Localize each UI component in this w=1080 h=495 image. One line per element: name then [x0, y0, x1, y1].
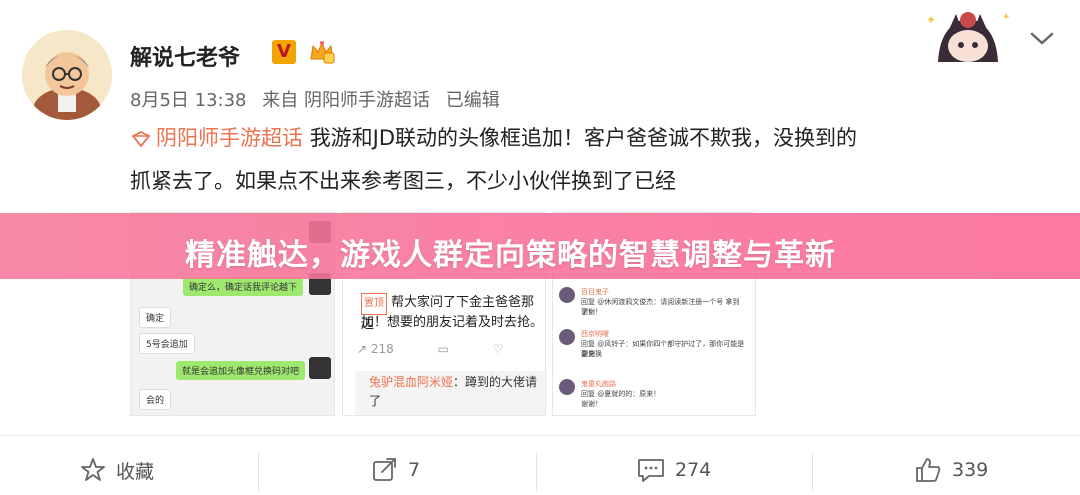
repost-button[interactable]: 7 — [372, 448, 420, 492]
topic-label[interactable]: 阴阳师手游超话 — [156, 126, 303, 150]
post-text-2: 抓紧去了。如果点不出来参考图三，不少小伙伴换到了已经 — [130, 169, 676, 193]
svg-text:✦: ✦ — [926, 13, 936, 27]
commenter-name: 西京哟嚯 — [581, 330, 609, 338]
comment-count: 274 — [675, 459, 712, 481]
banner-title: 精准触达，游戏人群定向策略的智慧调整与革新 — [185, 238, 836, 273]
topic-diamond-icon — [131, 131, 151, 147]
comment-text: 回复 @风铃子：如果你四个都守护过了，那你可能是要兑换 — [581, 340, 745, 358]
chat-bubble: 会的 — [139, 389, 172, 410]
comment-icon: ▭ — [437, 342, 449, 356]
comment-icon — [638, 459, 664, 482]
action-divider — [258, 452, 259, 492]
chat-bubble: 确定么，确定话我评论越下 — [183, 277, 304, 296]
repost-count: 7 — [408, 459, 421, 481]
commenter-avatar — [559, 287, 575, 303]
svg-text:✦: ✦ — [1002, 12, 1010, 23]
topic-link[interactable]: 阴阳师手游超话 — [130, 126, 310, 150]
action-divider — [536, 452, 537, 492]
chat-bubble: 就是会追加头像框兑换码对吧 — [176, 361, 306, 380]
comment-button[interactable]: 274 — [637, 448, 711, 492]
favorite-button[interactable]: 收藏 — [80, 448, 154, 492]
share-icon: ↗ — [357, 342, 368, 356]
footer-divider — [0, 435, 1080, 436]
decorative-sticker-icon: ✦ ✦ — [918, 4, 1018, 62]
reply-text-2: 了 — [369, 394, 382, 408]
repost-icon — [373, 458, 396, 481]
star-icon — [81, 458, 105, 481]
comment-text: 回复 @休闲渡鸦文俊杰：请阅读新注册一个号 拿到了！ — [581, 298, 740, 316]
comment-text: 谢谢！ — [581, 400, 602, 408]
share-count: 218 — [370, 342, 394, 356]
commenter-name: 鬼童丸跑路 — [581, 380, 616, 388]
comment-text: 谢谢！ — [581, 308, 602, 316]
vip-crown-icon — [308, 39, 336, 65]
pinned-text-2: 加！想要的朋友记着及时去抢。 — [361, 315, 544, 330]
chevron-down-icon[interactable] — [1028, 28, 1056, 48]
chat-bubble: 5号会追加 — [139, 333, 195, 354]
post-meta: 8月5日 13:38 来自 阴阳师手游超话 已编辑 — [130, 86, 510, 112]
pinned-tag: 置顶 — [361, 293, 387, 315]
post-source[interactable]: 来自 阴阳师手游超话 — [262, 90, 430, 111]
post-body-line1: 阴阳师手游超话 我游和JD联动的头像框追加！客户爸爸诚不欺我，没换到的 — [130, 117, 1050, 159]
comment-text: 回复 @夏就的的：原来！ — [581, 390, 661, 398]
post-text-1: 我游和JD联动的头像框追加！客户爸爸诚不欺我，没换到的 — [309, 126, 858, 150]
thumbs-up-icon — [916, 458, 941, 482]
chat-bubble: 确定 — [139, 307, 172, 328]
commenter-avatar — [559, 379, 575, 395]
author-name[interactable]: 解说七老爷 — [130, 40, 240, 72]
commenter-avatar — [559, 329, 575, 345]
like-count: 339 — [952, 459, 989, 481]
favorite-label: 收藏 — [116, 460, 155, 483]
reply-box: 兔驴混血阿米娅：蹲到的大佬请 了 — [355, 371, 545, 415]
action-divider — [812, 452, 813, 492]
author-avatar[interactable] — [22, 30, 112, 120]
post-date[interactable]: 8月5日 13:38 — [130, 90, 247, 111]
edited-label[interactable]: 已编辑 — [446, 90, 500, 111]
post-actions-mini: ↗ 218 ▭ ♡ — [357, 342, 504, 356]
like-icon: ♡ — [492, 342, 504, 356]
reply-user: 兔驴混血阿米娅 — [369, 375, 454, 389]
commenter-name: 百目鬼子 — [581, 288, 609, 296]
reply-text-1: ：蹲到的大佬请 — [453, 375, 538, 389]
comment-text: 谢谢 — [581, 350, 595, 358]
like-button[interactable]: 339 — [914, 448, 988, 492]
verified-badge-icon: V — [272, 40, 296, 64]
